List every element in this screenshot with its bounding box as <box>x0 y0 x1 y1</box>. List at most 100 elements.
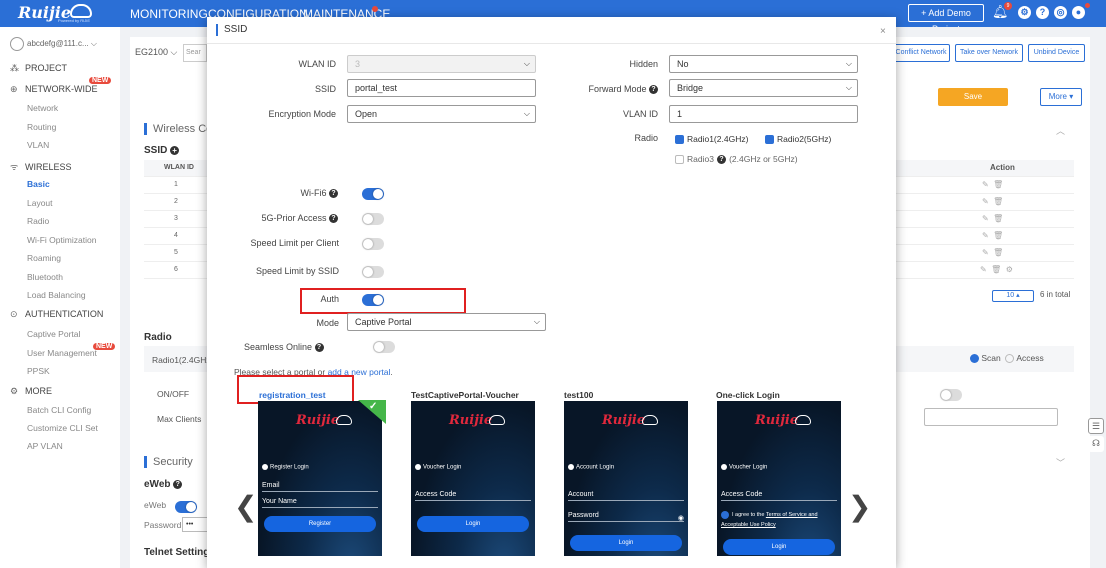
sidebar-item-captive-portal[interactable]: Captive Portal <box>27 329 80 339</box>
eye-icon: ◉ <box>677 515 684 522</box>
page-size-select[interactable]: 10 ▴ <box>992 290 1034 302</box>
radio2-checkbox[interactable]: Radio2(5GHz) <box>765 133 831 145</box>
help-icon[interactable]: ? <box>1036 6 1049 19</box>
headset-icon[interactable]: ☊ <box>1088 436 1104 452</box>
edit-delete-settings-icons[interactable]: ✎ 🗑︎ ⚙ <box>980 265 1013 274</box>
user-icon[interactable]: ● <box>1072 6 1085 19</box>
portal-card-voucher[interactable]: Ruijie Voucher Login Access Code Login <box>411 401 535 556</box>
speed-limit-client-toggle[interactable] <box>362 238 384 250</box>
seamless-online-toggle[interactable] <box>373 341 395 353</box>
sidebar-section-wireless[interactable]: ᯤ WIRELESS <box>10 160 72 173</box>
radio-unselected-icon <box>1005 354 1015 364</box>
account-switcher[interactable]: abcdefg@111.c... ⌵ <box>10 37 110 53</box>
unbind-device-button[interactable]: Unbind Device <box>1028 44 1085 62</box>
sidebar-item-basic[interactable]: Basic <box>27 179 50 189</box>
add-demo-project-button[interactable]: + Add Demo Project <box>908 4 984 34</box>
hint-period: . <box>390 367 393 377</box>
search-input[interactable]: Sear <box>183 44 207 62</box>
help-icon[interactable]: ? <box>314 343 324 353</box>
add-circle-icon[interactable]: + <box>170 146 180 155</box>
edit-delete-icons[interactable]: ✎ 🗑︎ <box>982 231 1003 240</box>
sidebar-item-vlan[interactable]: VLAN <box>27 140 49 150</box>
sidebar-item-load-balancing[interactable]: Load Balancing <box>27 290 86 300</box>
take-over-network-button[interactable]: Take over Network <box>955 44 1023 62</box>
chevron-down-icon[interactable]: ﹀ <box>1056 456 1065 469</box>
sidebar-section-more[interactable]: ⚙ MORE <box>10 386 52 397</box>
radio1-checkbox[interactable]: Radio1(2.4GHz) <box>675 133 748 145</box>
max-clients-label: Max Clients <box>157 414 202 424</box>
help-icon[interactable]: ? <box>649 85 658 95</box>
forward-mode-select[interactable]: Bridge ⌵ <box>669 79 858 97</box>
portal-name-test100[interactable]: test100 <box>564 390 593 400</box>
sidebar-item-network[interactable]: Network <box>27 103 58 113</box>
sidebar-item-ap-vlan[interactable]: AP VLAN <box>27 441 63 451</box>
edit-delete-icons[interactable]: ✎ 🗑︎ <box>982 214 1003 223</box>
wifi-icon: ᯤ <box>10 162 19 172</box>
5g-prior-toggle[interactable] <box>362 213 384 225</box>
notification-count-badge: 9 <box>1004 2 1012 10</box>
terms-agreement: I agree to the Terms of Service and Acce… <box>721 510 835 530</box>
edit-delete-icons[interactable]: ✎ 🗑︎ <box>982 180 1003 189</box>
save-button[interactable]: Save <box>938 88 1008 106</box>
close-icon[interactable]: × <box>880 26 886 37</box>
vlan-id-input[interactable]: 1 <box>669 105 858 123</box>
eweb-toggle[interactable] <box>175 501 197 513</box>
sidebar-item-radio[interactable]: Radio <box>27 216 49 226</box>
conflict-network-button[interactable]: Conflict Network <box>893 44 950 62</box>
radio3-checkbox[interactable]: Radio3 ? (2.4GHz or 5GHz) <box>675 153 798 165</box>
sidebar-item-batch-cli[interactable]: Batch CLI Config <box>27 405 91 415</box>
sidebar-item-wifi-optimization[interactable]: Wi-Fi Optimization <box>27 235 96 245</box>
portal-name-one-click[interactable]: One-click Login <box>716 390 780 400</box>
wlan-id-cell: 5 <box>174 249 178 256</box>
portal-card-registration[interactable]: Ruijie Register Login Email Your Name Re… <box>258 401 382 556</box>
help-icon[interactable]: ? <box>173 479 183 489</box>
radio1-tab[interactable]: Radio1(2.4GHz <box>152 355 211 365</box>
wlan-id-label: WLAN ID <box>298 59 336 69</box>
sidebar-item-ppsk[interactable]: PPSK <box>27 366 50 376</box>
help-icon[interactable]: ? <box>717 154 726 164</box>
help-icon[interactable]: ? <box>329 214 338 224</box>
encryption-mode-select[interactable]: Open ⌵ <box>347 105 536 123</box>
modal-divider <box>207 43 896 44</box>
sidebar-item-roaming[interactable]: Roaming <box>27 253 61 263</box>
edit-delete-icons[interactable]: ✎ 🗑︎ <box>982 248 1003 257</box>
device-selector[interactable]: EG2100 ⌵ <box>135 47 177 58</box>
card-field: Password <box>568 512 684 522</box>
card-section-label: Voucher Login <box>729 464 768 471</box>
globe-icon[interactable]: ◎ <box>1054 6 1067 19</box>
scan-access-radio[interactable]: Scan Access <box>970 353 1044 364</box>
carousel-next-arrow-icon[interactable]: ❯ <box>848 493 871 521</box>
sidebar-item-user-management[interactable]: User Management <box>27 348 97 358</box>
section-label: PROJECT <box>25 63 68 73</box>
radio-onoff-toggle[interactable] <box>940 389 962 401</box>
chevron-up-icon[interactable]: ︿ <box>1056 124 1065 137</box>
cloud-logo-icon <box>70 4 92 18</box>
radio-selected-icon <box>970 354 979 364</box>
wifi6-toggle[interactable] <box>362 188 384 200</box>
mode-label: Mode <box>316 318 339 328</box>
help-icon[interactable]: ? <box>329 189 338 199</box>
portal-card-test100[interactable]: Ruijie Account Login Account Password ◉ … <box>564 401 688 556</box>
ssid-input[interactable]: portal_test <box>347 79 536 97</box>
mode-select[interactable]: Captive Portal ⌵ <box>347 313 546 331</box>
sidebar-item-layout[interactable]: Layout <box>27 198 53 208</box>
nav-monitoring[interactable]: MONITORING <box>130 7 208 21</box>
settings-icon[interactable]: ⚙ <box>1018 6 1031 19</box>
security-title: Security <box>144 456 193 468</box>
sidebar-section-project[interactable]: ⁂ PROJECT <box>10 63 67 74</box>
sidebar-section-network-wide[interactable]: ⊕ NETWORK-WIDE <box>10 84 98 95</box>
portal-name-voucher[interactable]: TestCaptivePortal-Voucher <box>411 390 519 400</box>
sidebar-item-customize-cli[interactable]: Customize CLI Set <box>27 423 98 433</box>
more-button[interactable]: More ▾ <box>1040 88 1082 106</box>
sidebar-item-bluetooth[interactable]: Bluetooth <box>27 272 63 282</box>
sidebar-item-routing[interactable]: Routing <box>27 122 56 132</box>
edit-delete-icons[interactable]: ✎ 🗑︎ <box>982 197 1003 206</box>
carousel-prev-arrow-icon[interactable]: ❮ <box>234 493 257 521</box>
max-clients-input[interactable] <box>924 408 1058 426</box>
hidden-select[interactable]: No ⌵ <box>669 55 858 73</box>
password-input[interactable]: ••• <box>182 517 208 532</box>
portal-card-one-click[interactable]: Ruijie Voucher Login Access Code I agree… <box>717 401 841 556</box>
sidebar-section-authentication[interactable]: ⊙ AUTHENTICATION <box>10 309 103 320</box>
document-icon[interactable]: ☰ <box>1088 418 1104 434</box>
speed-limit-ssid-toggle[interactable] <box>362 266 384 278</box>
